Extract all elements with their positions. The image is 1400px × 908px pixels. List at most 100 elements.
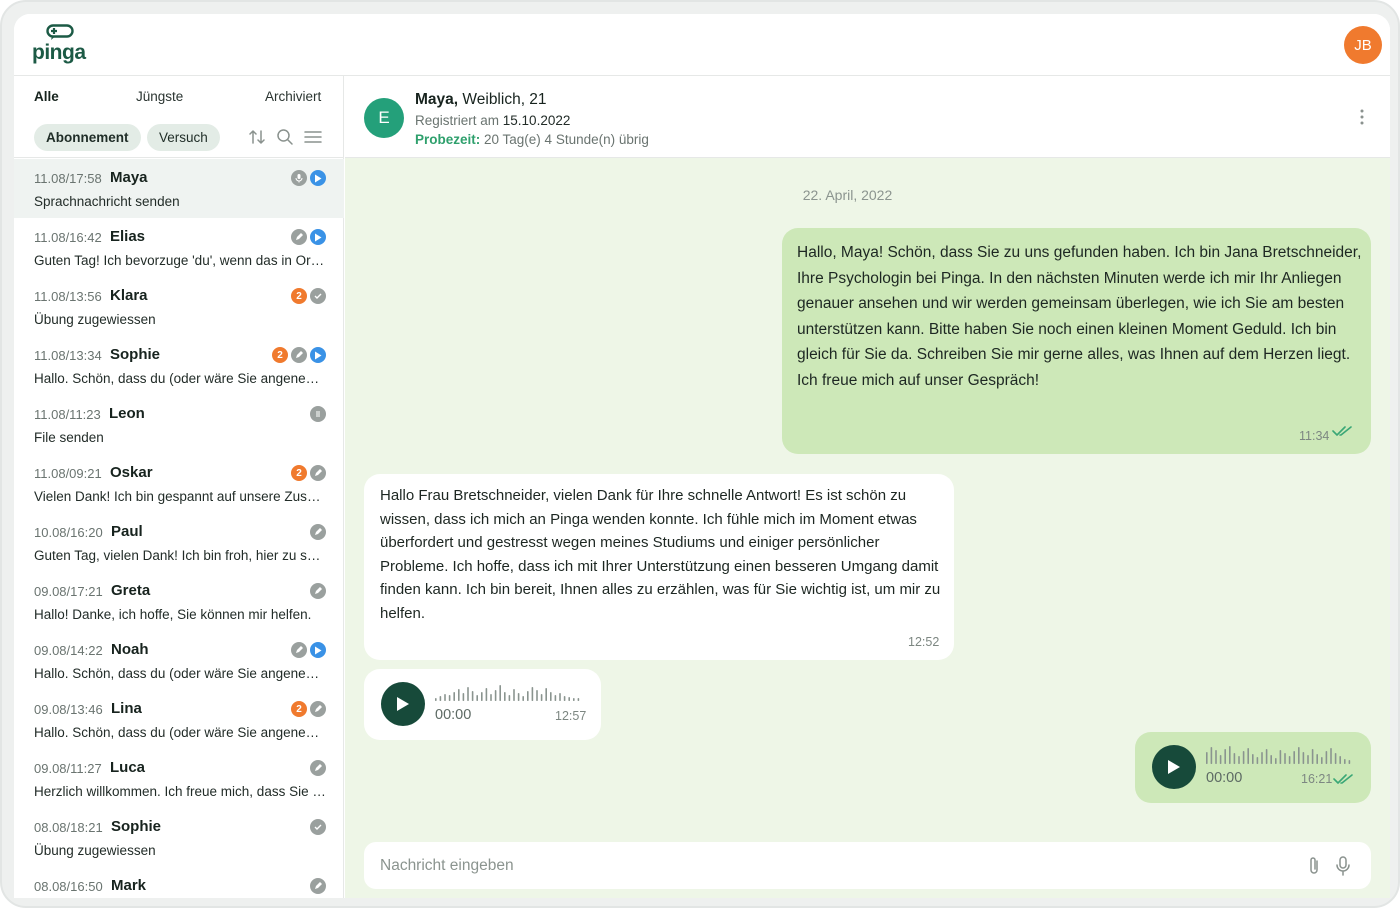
more-options-icon[interactable] (1360, 108, 1364, 126)
conversation-preview: Vielen Dank! Ich bin gespannt auf unsere… (34, 489, 326, 504)
message-text: Hallo, Maya! Schön, dass Sie zu uns gefu… (797, 244, 1362, 389)
unread-count-badge: 2 (291, 701, 307, 717)
waveform-icon (435, 685, 580, 701)
conversation-badges (310, 760, 326, 776)
conversation-item[interactable]: 10.08/16:20 Paul Guten Tag, vielen Dank! I… (14, 513, 344, 572)
conversation-item[interactable]: 09.08/17:21 Greta Hallo! Danke, ich hoffe,… (14, 572, 344, 631)
filter-chip-abonnement[interactable]: Abonnement (34, 124, 141, 151)
conversation-name: Maya (110, 169, 148, 186)
conversation-list: 11.08/17:58 Maya Sprachnachricht senden 11.… (14, 159, 344, 898)
pencil-icon (310, 878, 326, 894)
audio-position: 00:00 (1206, 770, 1243, 786)
microphone-icon (291, 170, 307, 186)
audio-time: 12:57 (555, 709, 587, 723)
contact-name: Maya, (415, 91, 459, 108)
conversation-badges: 2 (291, 701, 326, 717)
contact-avatar[interactable]: E (364, 98, 404, 138)
conversation-badges: 2 (291, 465, 326, 481)
pencil-icon (291, 229, 307, 245)
conversation-time: 09.08/17:21 (34, 584, 103, 599)
conversation-item[interactable]: 11.08/16:42 Elias Guten Tag! Ich bevorzuge… (14, 218, 344, 277)
conversation-item[interactable]: 11.08/11:23 Leon File senden (14, 395, 344, 454)
conversation-item[interactable]: 11.08/13:34 Sophie Hallo. Schön, dass du (… (14, 336, 344, 395)
conversation-item[interactable]: 09.08/11:27 Luca Herzlich willkommen. Ich … (14, 749, 344, 808)
registration-line: Registriert am 15.10.2022 (415, 113, 570, 128)
conversation-tabs: Alle Jüngste Archiviert (14, 76, 344, 116)
play-button[interactable] (381, 682, 425, 726)
user-avatar[interactable]: JB (1344, 26, 1382, 64)
conversation-sidebar: Alle Jüngste Archiviert Abonnement Versu… (14, 76, 344, 898)
conversation-time: 09.08/11:27 (34, 761, 102, 776)
message-bubble-incoming[interactable]: Hallo Frau Bretschneider, vielen Dank fü… (364, 474, 954, 660)
attachment-icon[interactable] (1304, 855, 1324, 877)
trial-label: Probezeit: (415, 132, 481, 147)
check-icon (310, 819, 326, 835)
conversation-badges: 2 (272, 347, 326, 363)
conversation-name: Lina (111, 700, 142, 717)
conversation-badges: 2 (291, 288, 326, 304)
conversation-item[interactable]: 08.08/16:50 Mark (14, 867, 344, 898)
conversation-item[interactable]: 11.08/13:56 Klara Übung zugewiessen 2 (14, 277, 344, 336)
conversation-preview: Sprachnachricht senden (34, 194, 180, 209)
conversation-item[interactable]: 09.08/14:22 Noah Hallo. Schön, dass du (od… (14, 631, 344, 690)
conversation-preview: Übung zugewiessen (34, 843, 156, 858)
conversation-time: 11.08/17:58 (34, 171, 102, 186)
read-receipt-icon (1333, 774, 1353, 784)
conversation-name: Leon (109, 405, 145, 422)
conversation-preview: Guten Tag, vielen Dank! Ich bin froh, hi… (34, 548, 326, 563)
conversation-name: Paul (111, 523, 143, 540)
play-icon (310, 347, 326, 363)
conversation-name: Mark (111, 877, 147, 894)
conversation-name: Klara (110, 287, 148, 304)
conversation-badges (310, 524, 326, 540)
play-icon (397, 697, 409, 711)
logo-bubble-icon (46, 24, 74, 40)
sort-icon[interactable] (248, 128, 266, 146)
conversation-badges (310, 406, 326, 422)
read-receipt-icon (1332, 426, 1352, 436)
chat-header: E Maya, Weiblich, 21 Registriert am 15.1… (345, 76, 1390, 158)
microphone-icon[interactable] (1333, 855, 1353, 877)
conversation-name: Sophie (111, 818, 162, 835)
pinga-logo[interactable]: pinga (32, 24, 92, 68)
conversation-name: Noah (111, 641, 149, 658)
date-separator: 22. April, 2022 (802, 187, 893, 203)
conversation-time: 09.08/13:46 (34, 702, 103, 717)
device-frame: pinga JB Alle Jüngste Archiviert Abonnem… (0, 0, 1400, 908)
conversation-preview: Übung zugewiessen (34, 312, 156, 327)
conversation-name: Elias (110, 228, 146, 245)
tab-archiviert[interactable]: Archiviert (265, 89, 321, 104)
menu-icon[interactable] (304, 128, 322, 146)
conversation-badges (291, 642, 326, 658)
conversation-preview: Hallo! Danke, ich hoffe, Sie können mir … (34, 607, 312, 622)
conversation-item[interactable]: 11.08/17:58 Maya Sprachnachricht senden (14, 159, 344, 218)
play-button[interactable] (1152, 745, 1196, 789)
filter-chip-versuch[interactable]: Versuch (147, 124, 220, 151)
tab-alle[interactable]: Alle (34, 89, 59, 104)
conversation-time: 09.08/14:22 (34, 643, 103, 658)
contact-details: Weiblich, 21 (458, 91, 547, 108)
check-icon (310, 288, 326, 304)
message-bubble-outgoing[interactable]: Hallo, Maya! Schön, dass Sie zu uns gefu… (782, 228, 1371, 454)
pencil-icon (310, 524, 326, 540)
message-composer (364, 842, 1371, 889)
tab-juengste[interactable]: Jüngste (136, 89, 183, 104)
message-input[interactable] (364, 842, 1284, 889)
logo-text: pinga (32, 41, 86, 64)
conversation-time: 11.08/09:21 (34, 466, 102, 481)
conversation-item[interactable]: 09.08/13:46 Lina Hallo. Schön, dass du (od… (14, 690, 344, 749)
message-text: Hallo Frau Bretschneider, vielen Dank fü… (380, 487, 941, 622)
unread-count-badge: 2 (291, 288, 307, 304)
registration-label: Registriert am (415, 113, 503, 128)
search-icon[interactable] (276, 128, 294, 146)
filter-bar: Abonnement Versuch (14, 116, 344, 158)
conversation-item[interactable]: 08.08/18:21 Sophie Übung zugewiessen (14, 808, 344, 867)
conversation-name: Oskar (110, 464, 153, 481)
pencil-icon (310, 760, 326, 776)
voice-message-incoming: 00:00 12:57 (364, 669, 601, 740)
pencil-icon (310, 465, 326, 481)
conversation-time: 10.08/16:20 (34, 525, 103, 540)
unread-count-badge: 2 (291, 465, 307, 481)
conversation-preview: Hallo. Schön, dass du (oder wäre Sie ang… (34, 666, 326, 681)
conversation-item[interactable]: 11.08/09:21 Oskar Vielen Dank! Ich bin ges… (14, 454, 344, 513)
